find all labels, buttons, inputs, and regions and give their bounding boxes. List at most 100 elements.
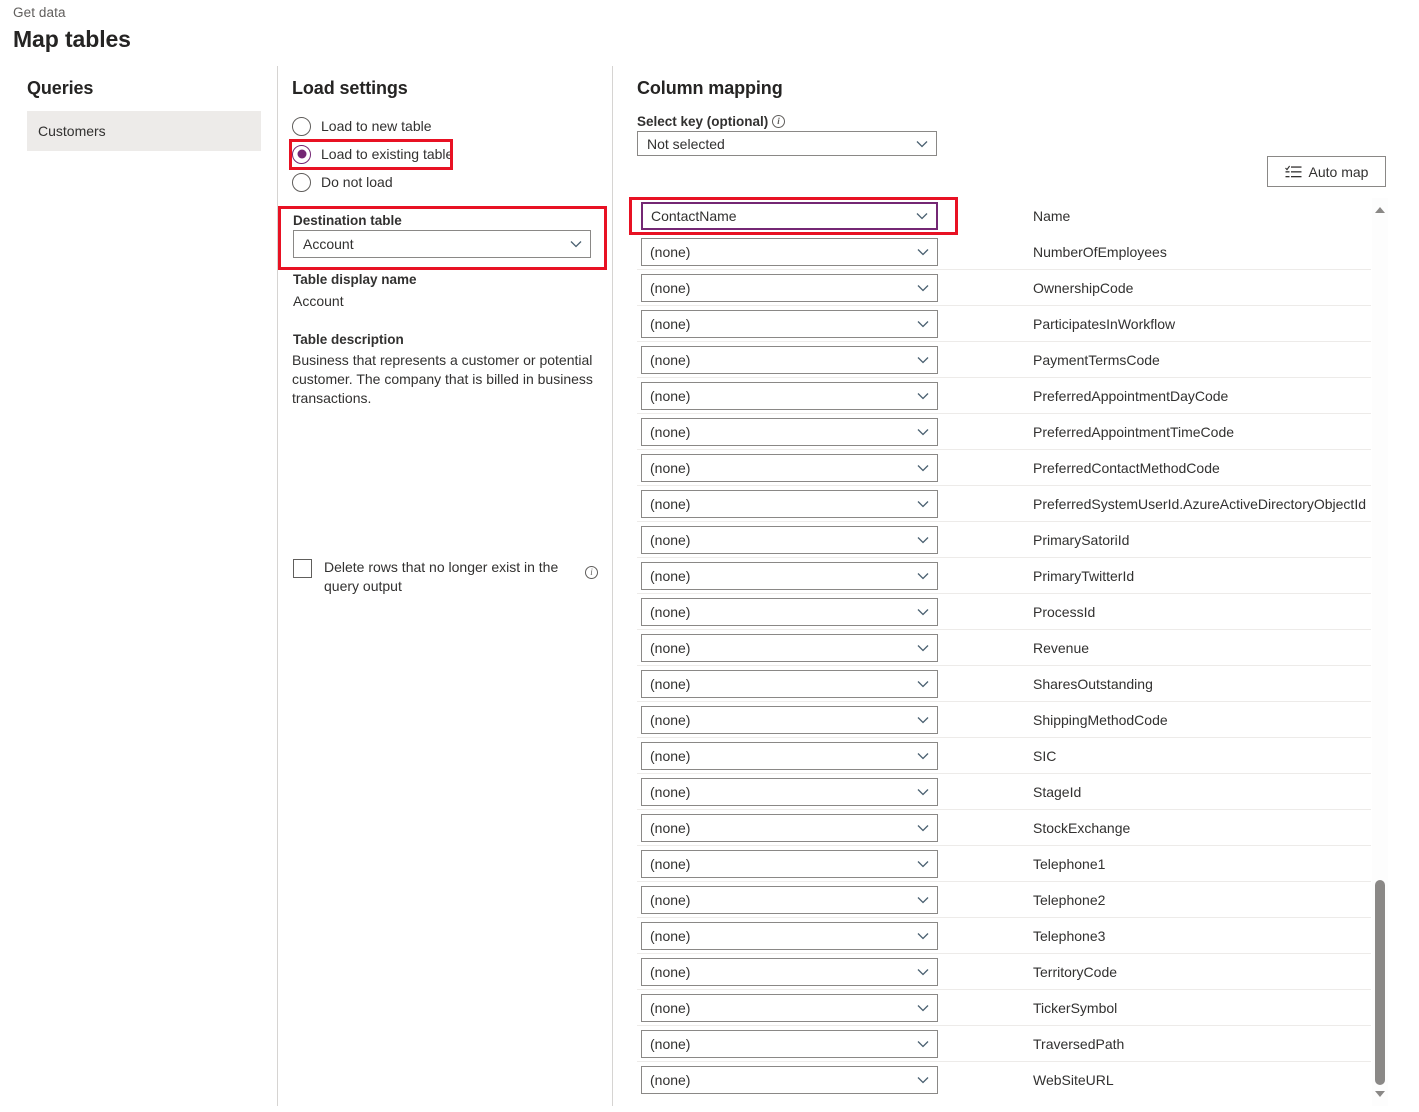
source-column-dropdown[interactable]: ContactName [641, 202, 938, 230]
source-column-value: (none) [650, 1000, 691, 1016]
source-column-dropdown[interactable]: (none) [641, 238, 938, 266]
table-row: (none) TickerSymbol [637, 990, 1371, 1026]
select-key-value: Not selected [647, 135, 725, 152]
destination-column-name: StockExchange [1033, 819, 1131, 836]
chevron-down-icon [909, 1076, 937, 1084]
source-column-dropdown[interactable]: (none) [641, 850, 938, 878]
source-column-dropdown[interactable]: (none) [641, 706, 938, 734]
destination-column-name: PrimarySatoriId [1033, 531, 1130, 548]
source-column-value: (none) [650, 460, 691, 476]
info-icon[interactable] [585, 566, 598, 579]
scroll-up-icon[interactable] [1372, 202, 1388, 218]
source-column-dropdown[interactable]: (none) [641, 382, 938, 410]
mapping-table-scrollbar[interactable] [1372, 198, 1388, 1106]
queries-panel-title: Queries [27, 78, 94, 98]
source-column-value: (none) [650, 1072, 691, 1088]
chevron-down-icon [909, 284, 937, 292]
radio-load-to-existing-table-label: Load to existing table [321, 146, 454, 162]
destination-table-value: Account [303, 236, 354, 252]
table-row: (none) TerritoryCode [637, 954, 1371, 990]
destination-column-name: ShippingMethodCode [1033, 711, 1168, 728]
radio-load-to-new-table[interactable]: Load to new table [292, 115, 432, 137]
column-mapping-title: Column mapping [637, 78, 783, 98]
delete-rows-checkbox[interactable]: Delete rows that no longer exist in the … [293, 558, 599, 596]
source-column-dropdown[interactable]: (none) [641, 598, 938, 626]
source-column-dropdown[interactable]: (none) [641, 526, 938, 554]
panel-divider-load-settings [612, 66, 613, 1106]
load-settings-title: Load settings [292, 78, 408, 98]
table-row: (none) ShippingMethodCode [637, 702, 1371, 738]
chevron-down-icon [909, 932, 937, 940]
source-column-dropdown[interactable]: (none) [641, 1066, 938, 1094]
table-row: (none) TraversedPath [637, 1026, 1371, 1062]
select-key-label: Select key (optional) [637, 114, 786, 129]
source-column-dropdown[interactable]: (none) [641, 958, 938, 986]
chevron-down-icon [909, 968, 937, 976]
table-row: (none) PaymentTermsCode [637, 342, 1371, 378]
panel-divider-queries [277, 66, 278, 1106]
table-row: ContactName Name [637, 198, 1371, 234]
destination-column-name: TraversedPath [1033, 1035, 1125, 1052]
query-list-item-label: Customers [38, 123, 106, 139]
query-list-item-customers[interactable]: Customers [27, 111, 261, 151]
auto-map-button[interactable]: Auto map [1267, 156, 1386, 187]
chevron-down-icon [909, 608, 937, 616]
chevron-down-icon [909, 428, 937, 436]
select-key-label-text: Select key (optional) [637, 114, 769, 129]
select-key-dropdown[interactable]: Not selected [637, 131, 937, 156]
source-column-dropdown[interactable]: (none) [641, 634, 938, 662]
radio-do-not-load[interactable]: Do not load [292, 171, 393, 193]
source-column-value: (none) [650, 280, 691, 296]
source-column-dropdown[interactable]: (none) [641, 274, 938, 302]
source-column-dropdown[interactable]: (none) [641, 922, 938, 950]
table-row: (none) PreferredAppointmentDayCode [637, 378, 1371, 414]
scrollbar-thumb[interactable] [1375, 880, 1385, 1085]
source-column-dropdown[interactable]: (none) [641, 994, 938, 1022]
destination-column-name: ParticipatesInWorkflow [1033, 315, 1176, 332]
source-column-value: (none) [650, 604, 691, 620]
table-row: (none) ParticipatesInWorkflow [637, 306, 1371, 342]
chevron-down-icon [909, 1004, 937, 1012]
destination-column-name: TickerSymbol [1033, 999, 1118, 1016]
source-column-dropdown[interactable]: (none) [641, 670, 938, 698]
chevron-down-icon [909, 536, 937, 544]
source-column-value: ContactName [651, 208, 737, 224]
table-row: (none) PreferredSystemUserId.AzureActiveD… [637, 486, 1371, 522]
table-display-name-label: Table display name [293, 272, 417, 287]
auto-map-icon [1284, 165, 1302, 179]
destination-column-name: ProcessId [1033, 603, 1096, 620]
chevron-down-icon [909, 752, 937, 760]
chevron-down-icon [909, 572, 937, 580]
table-row: (none) NumberOfEmployees [637, 234, 1371, 270]
source-column-dropdown[interactable]: (none) [641, 562, 938, 590]
table-row: (none) PrimaryTwitterId [637, 558, 1371, 594]
destination-column-name: Name [1033, 207, 1071, 224]
destination-column-name: PreferredSystemUserId.AzureActiveDirecto… [1033, 495, 1366, 512]
table-row: (none) StageId [637, 774, 1371, 810]
source-column-dropdown[interactable]: (none) [641, 454, 938, 482]
source-column-dropdown[interactable]: (none) [641, 418, 938, 446]
source-column-dropdown[interactable]: (none) [641, 742, 938, 770]
source-column-value: (none) [650, 676, 691, 692]
source-column-dropdown[interactable]: (none) [641, 490, 938, 518]
destination-column-name: PreferredContactMethodCode [1033, 459, 1220, 476]
source-column-value: (none) [650, 388, 691, 404]
chevron-down-icon [909, 500, 937, 508]
source-column-dropdown[interactable]: (none) [641, 886, 938, 914]
source-column-dropdown[interactable]: (none) [641, 778, 938, 806]
radio-do-not-load-label: Do not load [321, 174, 393, 190]
source-column-value: (none) [650, 424, 691, 440]
delete-rows-checkbox-label: Delete rows that no longer exist in the … [324, 559, 559, 594]
source-column-dropdown[interactable]: (none) [641, 814, 938, 842]
info-icon[interactable] [772, 115, 786, 128]
scroll-down-icon[interactable] [1372, 1086, 1388, 1102]
chevron-down-icon [908, 140, 936, 148]
radio-load-to-existing-table[interactable]: Load to existing table [292, 143, 453, 165]
destination-table-dropdown[interactable]: Account [293, 230, 591, 258]
source-column-value: (none) [650, 892, 691, 908]
source-column-dropdown[interactable]: (none) [641, 1030, 938, 1058]
source-column-dropdown[interactable]: (none) [641, 310, 938, 338]
destination-table-label: Destination table [293, 213, 402, 228]
destination-column-name: Telephone1 [1033, 855, 1106, 872]
source-column-dropdown[interactable]: (none) [641, 346, 938, 374]
